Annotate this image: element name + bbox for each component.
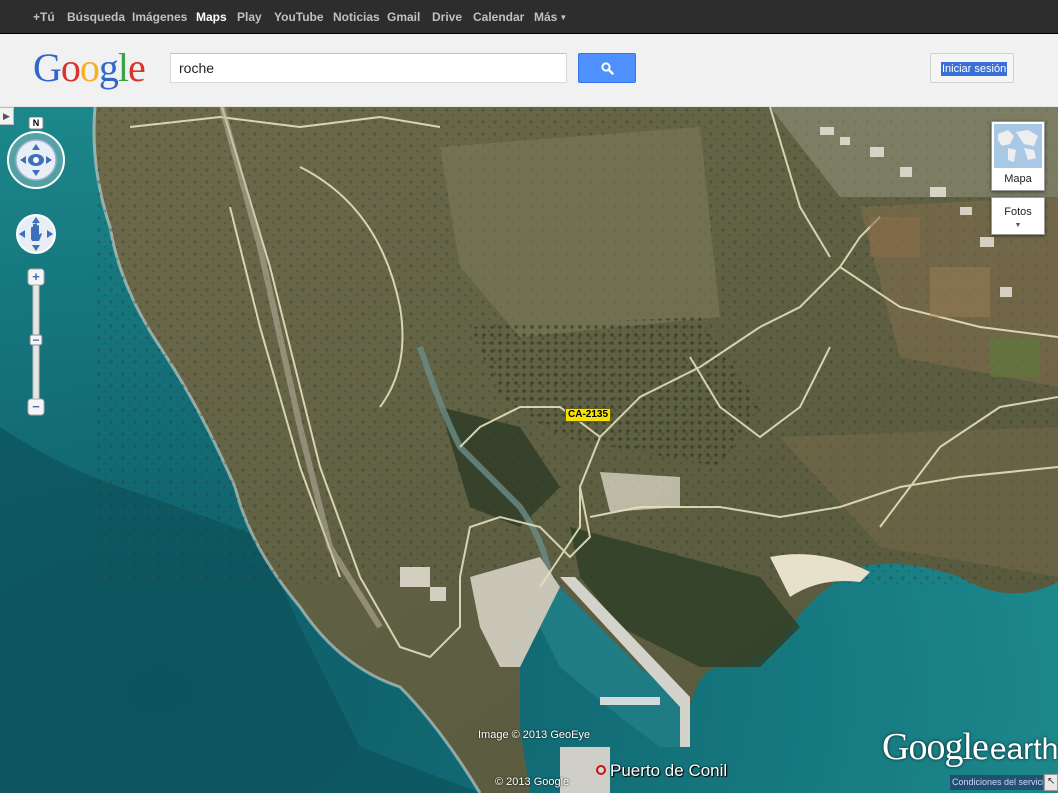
map-type-mapa-label: Mapa <box>1004 173 1032 185</box>
map-type-mapa-button[interactable]: Mapa <box>991 121 1045 191</box>
imagery-credit: Image © 2013 GeoEye <box>478 729 591 741</box>
search-input[interactable] <box>170 53 567 83</box>
signin-button[interactable]: Iniciar sesión <box>930 53 1014 83</box>
signin-label: Iniciar sesión <box>941 62 1008 76</box>
search-header: Google Iniciar sesión <box>0 34 1058 107</box>
svg-text:−: − <box>32 333 39 347</box>
google-logo[interactable]: Google <box>33 44 146 91</box>
resize-arrow-icon: ↖ <box>1047 776 1056 787</box>
resize-handle[interactable]: ↖ <box>1044 774 1058 791</box>
compass-north-letter: N <box>33 118 40 128</box>
map-canvas[interactable]: ▶ N + − − Mapa Fotos ▼ CA-2135 Puerto de… <box>0 107 1058 793</box>
topbar-item-gmail[interactable]: Gmail <box>387 10 420 24</box>
earth-logo-earth: earth <box>989 733 1058 766</box>
topbar-item-imagenes[interactable]: Imágenes <box>132 10 187 24</box>
satellite-imagery <box>0 107 1058 793</box>
topbar-item-youtube[interactable]: YouTube <box>274 10 324 24</box>
topbar-item-maps[interactable]: Maps <box>196 10 227 24</box>
search-button[interactable] <box>578 53 636 83</box>
zoom-out-icon: − <box>32 399 40 414</box>
search-icon <box>601 62 614 75</box>
topbar-item-mas[interactable]: Más ▼ <box>534 10 567 24</box>
earth-logo-google: Google <box>882 726 989 768</box>
topbar-item-noticias[interactable]: Noticias <box>333 10 380 24</box>
pan-control[interactable] <box>15 207 57 261</box>
zoom-in-icon: + <box>32 269 40 284</box>
map-thumbnail <box>994 124 1042 168</box>
google-earth-logo: Googleearth <box>882 725 1058 769</box>
chevron-down-icon: ▼ <box>559 13 568 22</box>
chevron-down-icon: ▼ <box>1014 222 1022 229</box>
place-marker-icon[interactable] <box>596 765 606 775</box>
topbar-item-play[interactable]: Play <box>237 10 262 24</box>
zoom-slider[interactable]: + − − <box>27 267 45 417</box>
map-type-fotos-button[interactable]: Fotos ▼ <box>991 197 1045 235</box>
globe-icon <box>994 124 1042 168</box>
topbar-item-drive[interactable]: Drive <box>432 10 462 24</box>
topbar-item-busqueda[interactable]: Búsqueda <box>67 10 125 24</box>
copyright-text: © 2013 Google <box>495 776 570 788</box>
place-label[interactable]: Puerto de Conil <box>610 761 727 781</box>
topbar-mas-label: Más <box>534 10 558 24</box>
topbar-item-calendar[interactable]: Calendar <box>473 10 524 24</box>
google-top-bar: +Tú Búsqueda Imágenes Maps Play YouTube … <box>0 0 1058 34</box>
topbar-item-plus-tu[interactable]: +Tú <box>33 10 55 24</box>
road-shield-label: CA-2135 <box>565 408 612 422</box>
navigation-compass[interactable]: N <box>7 117 65 195</box>
terms-link[interactable]: Condiciones del servicio <box>950 775 1043 790</box>
map-type-fotos-label: Fotos <box>1004 206 1032 218</box>
